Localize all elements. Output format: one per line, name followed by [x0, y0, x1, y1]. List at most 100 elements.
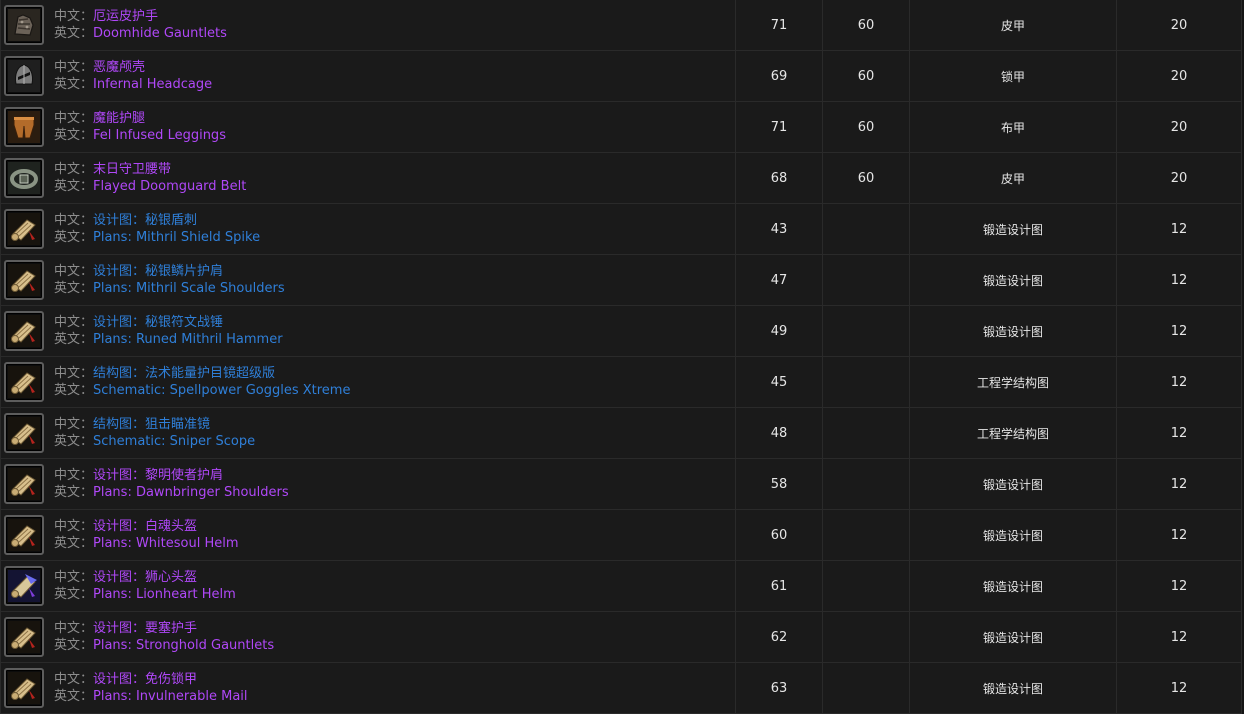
item-level-cell: 71 — [735, 101, 823, 153]
item-name-en[interactable]: Plans: Mithril Scale Shoulders — [93, 281, 285, 296]
item-name-cell: 中文：恶魔颅壳 英文：Infernal Headcage — [0, 50, 736, 102]
scroll-icon[interactable] — [4, 464, 44, 504]
en-label: 英文： — [54, 128, 94, 143]
item-level-cell: 45 — [735, 356, 823, 408]
scroll-icon[interactable] — [4, 362, 44, 402]
required-level-cell: 60 — [822, 152, 910, 204]
belt-icon[interactable] — [4, 158, 44, 198]
helm-icon[interactable] — [4, 56, 44, 96]
item-level-cell: 61 — [735, 560, 823, 612]
table-row[interactable]: 中文：结构图：法术能量护目镜超级版 英文：Schematic: Spellpowe… — [0, 356, 1242, 408]
item-name-cn[interactable]: 设计图：要塞护手 — [93, 621, 197, 636]
scroll-icon[interactable] — [4, 209, 44, 249]
table-row[interactable]: 中文：结构图：狙击瞄准镜 英文：Schematic: Sniper Scope 48… — [0, 407, 1242, 459]
item-name-en[interactable]: Plans: Runed Mithril Hammer — [93, 332, 283, 347]
item-name-cn[interactable]: 设计图：黎明使者护肩 — [93, 468, 223, 483]
item-name-en[interactable]: Plans: Stronghold Gauntlets — [93, 638, 274, 653]
item-name-en[interactable]: Infernal Headcage — [93, 77, 212, 92]
item-type-cell: 皮甲 — [909, 152, 1117, 204]
item-table-body: 中文：厄运皮护手 英文：Doomhide Gauntlets 71 60 皮甲 20 中文：… — [0, 0, 1242, 714]
en-label: 英文： — [54, 26, 94, 41]
item-name-en[interactable]: Plans: Whitesoul Helm — [93, 536, 239, 551]
item-name-en[interactable]: Schematic: Spellpower Goggles Xtreme — [93, 383, 350, 398]
en-label: 英文： — [54, 485, 94, 500]
required-level-cell — [822, 356, 910, 408]
table-row[interactable]: 中文：设计图：黎明使者护肩 英文：Plans: Dawnbringer Shoul… — [0, 458, 1242, 510]
scroll-blue-icon[interactable] — [4, 566, 44, 606]
slot-cell: 20 — [1116, 152, 1242, 204]
item-type-cell: 锻造设计图 — [909, 662, 1117, 714]
table-row[interactable]: 中文：设计图：秘银符文战锤 英文：Plans: Runed Mithril Ham… — [0, 305, 1242, 357]
cn-label: 中文： — [54, 9, 94, 24]
item-table: 中文：厄运皮护手 英文：Doomhide Gauntlets 71 60 皮甲 20 中文：… — [0, 0, 1242, 714]
item-name-cn[interactable]: 设计图：狮心头盔 — [93, 570, 197, 585]
cn-label: 中文： — [54, 366, 94, 381]
item-type-cell: 锻造设计图 — [909, 458, 1117, 510]
scroll-icon[interactable] — [4, 668, 44, 708]
table-row[interactable]: 中文：设计图：狮心头盔 英文：Plans: Lionheart Helm 61 锻造设… — [0, 560, 1242, 612]
item-name-cn[interactable]: 设计图：白魂头盔 — [93, 519, 197, 534]
scroll-icon[interactable] — [4, 260, 44, 300]
item-name-cell: 中文：厄运皮护手英文：Doomhide Gauntlets — [0, 0, 736, 51]
required-level-cell — [822, 611, 910, 663]
table-row[interactable]: 中文：设计图：白魂头盔 英文：Plans: Whitesoul Helm 60 锻造设… — [0, 509, 1242, 561]
item-level-cell: 69 — [735, 50, 823, 102]
item-type-cell: 锻造设计图 — [909, 509, 1117, 561]
required-level-cell — [822, 254, 910, 306]
required-level-cell — [822, 407, 910, 459]
item-name-cell: 中文：末日守卫腰带 英文：Flayed Doomguard Belt — [0, 152, 736, 204]
table-row[interactable]: 中文：厄运皮护手 英文：Doomhide Gauntlets 71 60 皮甲 20 — [0, 0, 1242, 51]
item-name-cell: 中文：设计图：狮心头盔 英文：Plans: Lionheart Helm — [0, 560, 736, 612]
item-name-cn[interactable]: 设计图：秘银鳞片护肩 — [93, 264, 223, 279]
cn-label: 中文： — [54, 417, 94, 432]
item-name-en[interactable]: Plans: Lionheart Helm — [93, 587, 236, 602]
item-name-en[interactable]: Flayed Doomguard Belt — [93, 179, 246, 194]
item-name-cn[interactable]: 设计图：秘银符文战锤 — [93, 315, 223, 330]
gauntlet-icon[interactable] — [4, 5, 44, 45]
item-name-cn[interactable]: 魔能护腿 — [93, 111, 145, 126]
cn-label: 中文： — [54, 672, 94, 687]
slot-cell: 12 — [1116, 662, 1242, 714]
item-type-cell: 锻造设计图 — [909, 203, 1117, 255]
item-type-cell: 锻造设计图 — [909, 611, 1117, 663]
table-row[interactable]: 中文：设计图：要塞护手 英文：Plans: Stronghold Gauntlet… — [0, 611, 1242, 663]
table-row[interactable]: 中文：设计图：免伤锁甲 英文：Plans: Invulnerable Mail 63… — [0, 662, 1242, 714]
item-name-en[interactable]: Plans: Mithril Shield Spike — [93, 230, 260, 245]
scroll-icon[interactable] — [4, 311, 44, 351]
item-name-en[interactable]: Plans: Invulnerable Mail — [93, 689, 248, 704]
scroll-icon[interactable] — [4, 515, 44, 555]
item-name-en[interactable]: Doomhide Gauntlets — [93, 26, 227, 41]
item-name-cn[interactable]: 末日守卫腰带 — [93, 162, 171, 177]
item-name-cn[interactable]: 恶魔颅壳 — [93, 60, 145, 75]
item-type-cell: 工程学结构图 — [909, 356, 1117, 408]
item-name-cn[interactable]: 设计图：免伤锁甲 — [93, 672, 197, 687]
table-row[interactable]: 中文：末日守卫腰带 英文：Flayed Doomguard Belt 68 60 皮甲 2… — [0, 152, 1242, 204]
en-label: 英文： — [54, 587, 94, 602]
cn-label: 中文： — [54, 60, 94, 75]
slot-cell: 12 — [1116, 203, 1242, 255]
item-name-en[interactable]: Schematic: Sniper Scope — [93, 434, 255, 449]
item-name-cn[interactable]: 厄运皮护手 — [93, 9, 158, 24]
cn-label: 中文： — [54, 264, 94, 279]
table-row[interactable]: 中文：设计图：秘银盾刺 英文：Plans: Mithril Shield Spik… — [0, 203, 1242, 255]
item-name-cell: 中文：结构图：法术能量护目镜超级版 英文：Schematic: Spellpowe… — [0, 356, 736, 408]
item-level-cell: 58 — [735, 458, 823, 510]
leggings-icon[interactable] — [4, 107, 44, 147]
table-row[interactable]: 中文：魔能护腿 英文：Fel Infused Leggings 71 60 布甲 20 — [0, 101, 1242, 153]
item-level-cell: 49 — [735, 305, 823, 357]
slot-cell: 12 — [1116, 407, 1242, 459]
scroll-icon[interactable] — [4, 617, 44, 657]
scroll-icon[interactable] — [4, 413, 44, 453]
item-name-en[interactable]: Fel Infused Leggings — [93, 128, 226, 143]
slot-cell: 12 — [1116, 509, 1242, 561]
table-row[interactable]: 中文：恶魔颅壳 英文：Infernal Headcage 69 60 锁甲 20 — [0, 50, 1242, 102]
en-label: 英文： — [54, 434, 94, 449]
table-row[interactable]: 中文：设计图：秘银鳞片护肩英文：Plans: Mithril Scale Sho… — [0, 254, 1242, 306]
item-name-cn[interactable]: 结构图：狙击瞄准镜 — [93, 417, 210, 432]
item-name-cn[interactable]: 设计图：秘银盾刺 — [93, 213, 197, 228]
item-name-cn[interactable]: 结构图：法术能量护目镜超级版 — [93, 366, 275, 381]
cn-label: 中文： — [54, 315, 94, 330]
en-label: 英文： — [54, 689, 94, 704]
item-name-en[interactable]: Plans: Dawnbringer Shoulders — [93, 485, 289, 500]
en-label: 英文： — [54, 281, 94, 296]
